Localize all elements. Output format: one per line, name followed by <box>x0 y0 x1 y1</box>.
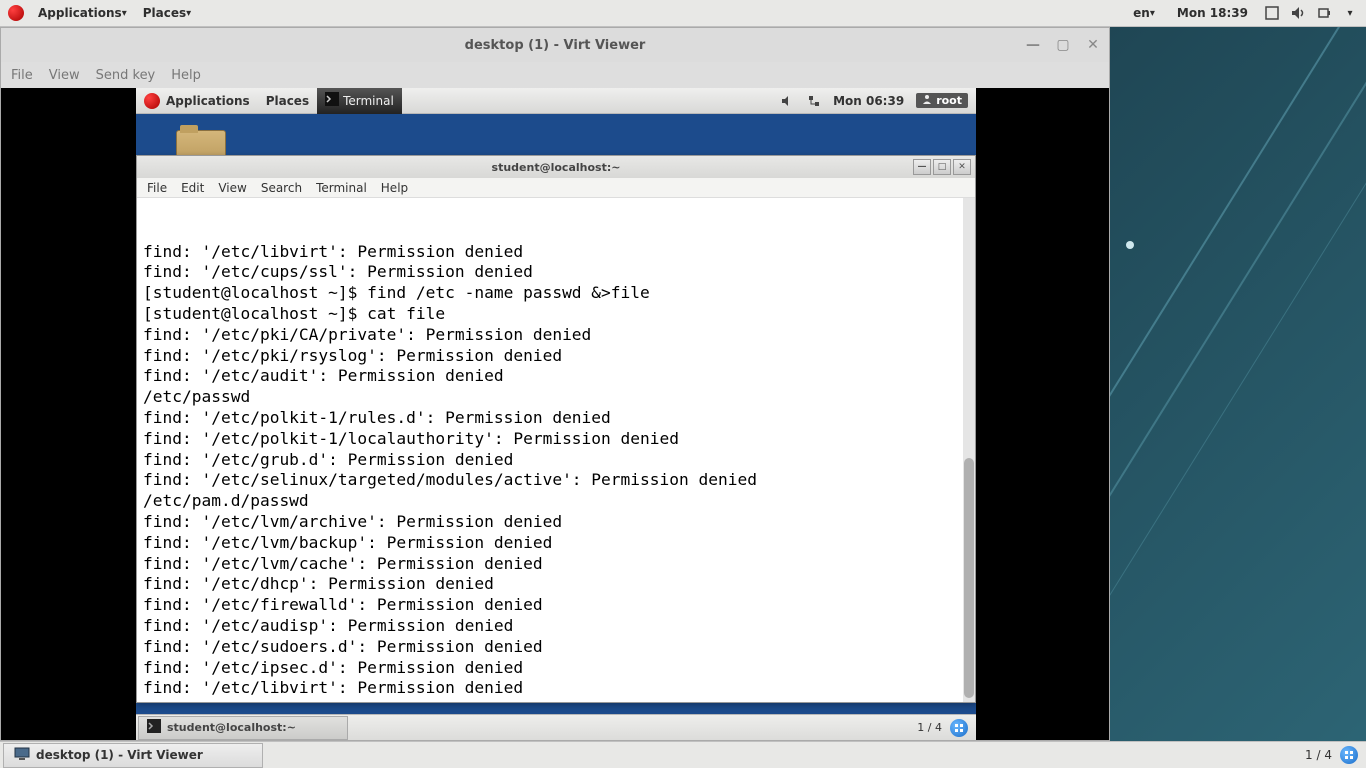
host-language-indicator[interactable]: en <box>1127 6 1161 20</box>
terminal-body[interactable]: find: '/etc/libvirt': Permission deniedf… <box>137 198 975 702</box>
virt-menu-sendkey[interactable]: Send key <box>96 68 156 83</box>
terminal-line: [student@localhost ~]$ find /etc -name p… <box>143 283 969 304</box>
fedora-icon <box>144 93 160 109</box>
host-task-virtviewer[interactable]: desktop (1) - Virt Viewer <box>3 743 263 768</box>
guest-bottombar: student@localhost:~ 1 / 4 <box>136 714 976 740</box>
terminal-scrollbar[interactable] <box>963 198 975 702</box>
terminal-maximize-button[interactable]: □ <box>933 159 951 175</box>
guest-places-menu[interactable]: Places <box>258 88 317 114</box>
terminal-line: find: '/etc/pki/rsyslog': Permission den… <box>143 346 969 367</box>
network-icon[interactable] <box>807 94 821 108</box>
guest-clock[interactable]: Mon 06:39 <box>833 94 904 108</box>
terminal-line: find: '/etc/lvm/cache': Permission denie… <box>143 554 969 575</box>
terminal-line: find: '/etc/cups/ssl': Permission denied <box>143 699 969 702</box>
terminal-menu-edit[interactable]: Edit <box>181 181 204 195</box>
terminal-line: find: '/etc/cups/ssl': Permission denied <box>143 262 969 283</box>
guest-user-label: root <box>936 94 962 107</box>
fedora-icon <box>8 5 24 21</box>
terminal-line: find: '/etc/libvirt': Permission denied <box>143 678 969 699</box>
terminal-menu-help[interactable]: Help <box>381 181 408 195</box>
terminal-line: find: '/etc/firewalld': Permission denie… <box>143 595 969 616</box>
terminal-line: find: '/etc/ipsec.d': Permission denied <box>143 658 969 679</box>
guest-user-badge[interactable]: root <box>916 93 968 108</box>
terminal-title: student@localhost:~ <box>492 161 621 174</box>
volume-icon[interactable] <box>781 94 795 108</box>
terminal-line: find: '/etc/dhcp': Permission denied <box>143 574 969 595</box>
terminal-line: find: '/etc/lvm/archive': Permission den… <box>143 512 969 533</box>
host-bottombar: desktop (1) - Virt Viewer 1 / 4 <box>0 741 1366 768</box>
host-places-menu[interactable]: Places <box>137 6 197 20</box>
guest-workspace-switcher[interactable] <box>950 719 968 737</box>
guest-terminal-label: Terminal <box>343 94 394 108</box>
host-applications-menu[interactable]: Applications <box>32 6 133 20</box>
terminal-scroll-thumb[interactable] <box>964 458 974 698</box>
guest-workspace-indicator: 1 / 4 <box>917 721 942 734</box>
terminal-line: find: '/etc/pki/CA/private': Permission … <box>143 325 969 346</box>
terminal-line: find: '/etc/audisp': Permission denied <box>143 616 969 637</box>
guest-desktop: Applications Places Terminal <box>136 88 976 740</box>
guest-applications-label: Applications <box>166 94 250 108</box>
virt-titlebar[interactable]: desktop (1) - Virt Viewer — ▢ ✕ <box>1 28 1109 62</box>
host-workspace-indicator: 1 / 4 <box>1305 748 1332 762</box>
guest-screen: Applications Places Terminal <box>1 88 1109 740</box>
guest-terminal-launcher[interactable]: Terminal <box>317 88 402 114</box>
virt-menubar: File View Send key Help <box>1 62 1109 88</box>
guest-task-label: student@localhost:~ <box>167 721 296 734</box>
virt-menu-view[interactable]: View <box>49 68 80 83</box>
user-icon <box>922 94 932 107</box>
terminal-menu-terminal[interactable]: Terminal <box>316 181 367 195</box>
desktop-wallpaper-lines <box>1110 27 1366 741</box>
terminal-minimize-button[interactable]: — <box>913 159 931 175</box>
monitor-icon <box>14 746 30 765</box>
host-topbar: Applications Places en Mon 18:39 <box>0 0 1366 27</box>
terminal-line: /etc/passwd <box>143 387 969 408</box>
terminal-menu-search[interactable]: Search <box>261 181 302 195</box>
host-workspace-switcher[interactable] <box>1340 746 1358 764</box>
terminal-line: /etc/pam.d/passwd <box>143 491 969 512</box>
terminal-menu-view[interactable]: View <box>218 181 246 195</box>
host-clock[interactable]: Mon 18:39 <box>1171 6 1254 20</box>
guest-task-terminal[interactable]: student@localhost:~ <box>138 716 348 740</box>
terminal-window: student@localhost:~ — □ ✕ File Edit View… <box>136 155 976 703</box>
virt-viewer-window: desktop (1) - Virt Viewer — ▢ ✕ File Vie… <box>0 27 1110 741</box>
volume-icon[interactable] <box>1290 5 1306 21</box>
terminal-line: find: '/etc/audit': Permission denied <box>143 366 969 387</box>
accessibility-icon[interactable] <box>1264 5 1280 21</box>
battery-icon[interactable] <box>1316 5 1332 21</box>
terminal-line: [student@localhost ~]$ cat file <box>143 304 969 325</box>
terminal-titlebar[interactable]: student@localhost:~ — □ ✕ <box>137 156 975 178</box>
terminal-close-button[interactable]: ✕ <box>953 159 971 175</box>
virt-menu-file[interactable]: File <box>11 68 33 83</box>
terminal-line: find: '/etc/polkit-1/localauthority': Pe… <box>143 429 969 450</box>
virt-menu-help[interactable]: Help <box>171 68 201 83</box>
guest-applications-menu[interactable]: Applications <box>136 88 258 114</box>
guest-topbar: Applications Places Terminal <box>136 88 976 114</box>
terminal-icon <box>147 719 161 736</box>
virt-title: desktop (1) - Virt Viewer <box>465 38 646 53</box>
terminal-line: find: '/etc/grub.d': Permission denied <box>143 450 969 471</box>
terminal-menubar: File Edit View Search Terminal Help <box>137 178 975 198</box>
terminal-line: find: '/etc/lvm/backup': Permission deni… <box>143 533 969 554</box>
terminal-icon <box>325 92 339 109</box>
terminal-menu-file[interactable]: File <box>147 181 167 195</box>
host-task-label: desktop (1) - Virt Viewer <box>36 748 203 762</box>
close-button[interactable]: ✕ <box>1085 37 1101 53</box>
terminal-line: find: '/etc/polkit-1/rules.d': Permissio… <box>143 408 969 429</box>
power-menu-icon[interactable] <box>1342 5 1358 21</box>
terminal-line: find: '/etc/selinux/targeted/modules/act… <box>143 470 969 491</box>
terminal-line: find: '/etc/libvirt': Permission denied <box>143 242 969 263</box>
terminal-line: find: '/etc/sudoers.d': Permission denie… <box>143 637 969 658</box>
minimize-button[interactable]: — <box>1025 37 1041 53</box>
maximize-button[interactable]: ▢ <box>1055 37 1071 53</box>
